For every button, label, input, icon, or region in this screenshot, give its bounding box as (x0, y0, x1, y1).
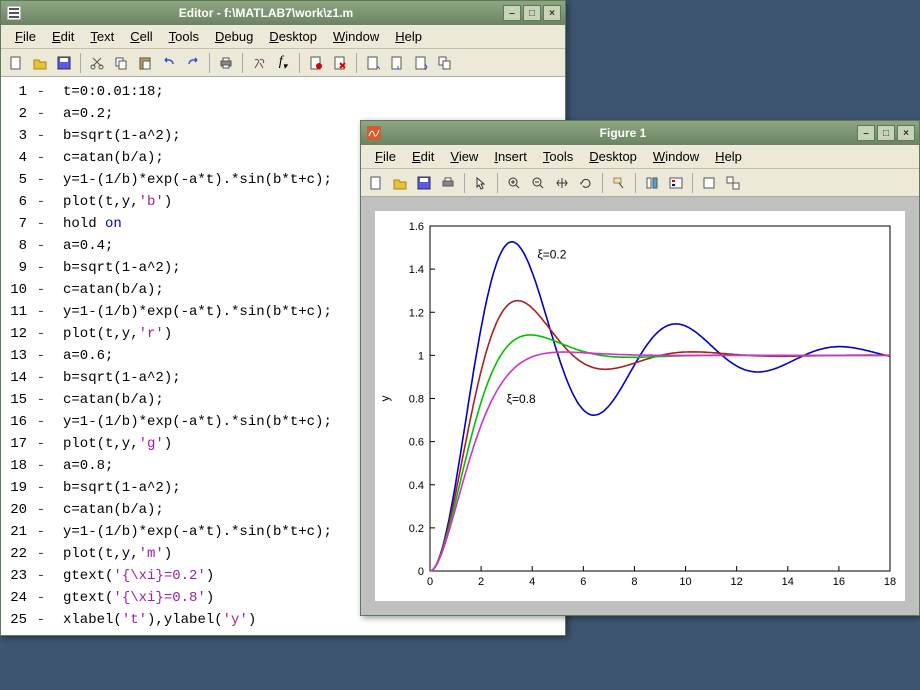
paste-icon[interactable] (134, 52, 156, 74)
menu-help[interactable]: Help (707, 147, 750, 166)
plot-annotation: ξ=0.8 (507, 392, 536, 406)
menu-view[interactable]: View (442, 147, 486, 166)
fig-new-icon[interactable] (365, 172, 387, 194)
figure-window: Figure 1 – □ × FileEditViewInsertToolsDe… (360, 120, 920, 616)
menu-edit[interactable]: Edit (404, 147, 442, 166)
menu-help[interactable]: Help (387, 27, 430, 46)
figure-body: 0 2 4 6 8 10 12 14 16 18 0 0.2 0.4 0.6 0.8 1 1.2 1.4 1.6 y ξ… (361, 197, 919, 615)
y-tick-label: 0.4 (409, 480, 424, 492)
menu-text[interactable]: Text (82, 27, 122, 46)
minimize-button[interactable]: – (503, 5, 521, 21)
zoom-in-icon[interactable] (503, 172, 525, 194)
fig-maximize-button[interactable]: □ (877, 125, 895, 141)
menu-file[interactable]: File (7, 27, 44, 46)
menu-edit[interactable]: Edit (44, 27, 82, 46)
x-tick-label: 8 (631, 576, 637, 588)
maximize-button[interactable]: □ (523, 5, 541, 21)
figure-titlebar: Figure 1 – □ × (361, 121, 919, 145)
plot-annotation: ξ=0.2 (537, 247, 566, 261)
menu-window[interactable]: Window (645, 147, 707, 166)
run-icon[interactable] (362, 52, 384, 74)
code-line: 1-t=0:0.01:18; (1, 81, 565, 103)
fig-minimize-button[interactable]: – (857, 125, 875, 141)
editor-title: Editor - f:\MATLAB7\work\z1.m (29, 6, 503, 20)
x-tick-label: 12 (731, 576, 743, 588)
figure-menubar: FileEditViewInsertToolsDesktopWindowHelp (361, 145, 919, 169)
pan-icon[interactable] (551, 172, 573, 194)
editor-titlebar: Editor - f:\MATLAB7\work\z1.m – □ × (1, 1, 565, 25)
stack-icon[interactable] (434, 52, 456, 74)
editor-menubar: FileEditTextCellToolsDebugDesktopWindowH… (1, 25, 565, 49)
rotate-icon[interactable] (575, 172, 597, 194)
menu-tools[interactable]: Tools (161, 27, 207, 46)
menu-insert[interactable]: Insert (486, 147, 535, 166)
undo-icon[interactable] (158, 52, 180, 74)
save-icon[interactable] (53, 52, 75, 74)
app-icon (5, 4, 23, 22)
clear-breakpoint-icon[interactable] (329, 52, 351, 74)
legend-icon[interactable] (665, 172, 687, 194)
menu-desktop[interactable]: Desktop (261, 27, 325, 46)
x-tick-label: 2 (478, 576, 484, 588)
y-tick-label: 1 (418, 350, 424, 362)
plot-area[interactable]: 0 2 4 6 8 10 12 14 16 18 0 0.2 0.4 0.6 0.8 1 1.2 1.4 1.6 y ξ… (375, 211, 905, 601)
figure-toolbar (361, 169, 919, 197)
new-icon[interactable] (5, 52, 27, 74)
copy-icon[interactable] (110, 52, 132, 74)
y-tick-label: 1.4 (409, 264, 424, 276)
function-icon[interactable]: f▾ (272, 52, 294, 74)
y-tick-label: 0.2 (409, 523, 424, 535)
fig-print-icon[interactable] (437, 172, 459, 194)
open-icon[interactable] (29, 52, 51, 74)
fig-close-button[interactable]: × (897, 125, 915, 141)
x-tick-label: 6 (580, 576, 586, 588)
figure-app-icon (365, 124, 383, 142)
step-icon[interactable] (386, 52, 408, 74)
figure-title: Figure 1 (389, 126, 857, 140)
y-tick-label: 0 (418, 566, 424, 578)
menu-tools[interactable]: Tools (535, 147, 581, 166)
close-button[interactable]: × (543, 5, 561, 21)
menu-desktop[interactable]: Desktop (581, 147, 645, 166)
x-tick-label: 16 (833, 576, 845, 588)
x-tick-label: 4 (529, 576, 535, 588)
fig-save-icon[interactable] (413, 172, 435, 194)
x-tick-label: 10 (679, 576, 691, 588)
fig-open-icon[interactable] (389, 172, 411, 194)
set-breakpoint-icon[interactable] (305, 52, 327, 74)
x-tick-label: 14 (782, 576, 794, 588)
y-tick-label: 1.6 (409, 221, 424, 233)
pointer-icon[interactable] (470, 172, 492, 194)
show-tools-icon[interactable] (722, 172, 744, 194)
editor-toolbar: f▾ (1, 49, 565, 77)
colorbar-icon[interactable] (641, 172, 663, 194)
x-tick-label: 18 (884, 576, 896, 588)
menu-cell[interactable]: Cell (122, 27, 160, 46)
data-cursor-icon[interactable] (608, 172, 630, 194)
cut-icon[interactable] (86, 52, 108, 74)
y-tick-label: 1.2 (409, 307, 424, 319)
y-tick-label: 0.6 (409, 437, 424, 449)
y-tick-label: 0.8 (409, 394, 424, 406)
step-in-icon[interactable] (410, 52, 432, 74)
redo-icon[interactable] (182, 52, 204, 74)
y-axis-label: y (378, 396, 392, 402)
hide-tools-icon[interactable] (698, 172, 720, 194)
menu-window[interactable]: Window (325, 27, 387, 46)
menu-file[interactable]: File (367, 147, 404, 166)
print-icon[interactable] (215, 52, 237, 74)
find-icon[interactable] (248, 52, 270, 74)
zoom-out-icon[interactable] (527, 172, 549, 194)
menu-debug[interactable]: Debug (207, 27, 261, 46)
x-tick-label: 0 (427, 576, 433, 588)
